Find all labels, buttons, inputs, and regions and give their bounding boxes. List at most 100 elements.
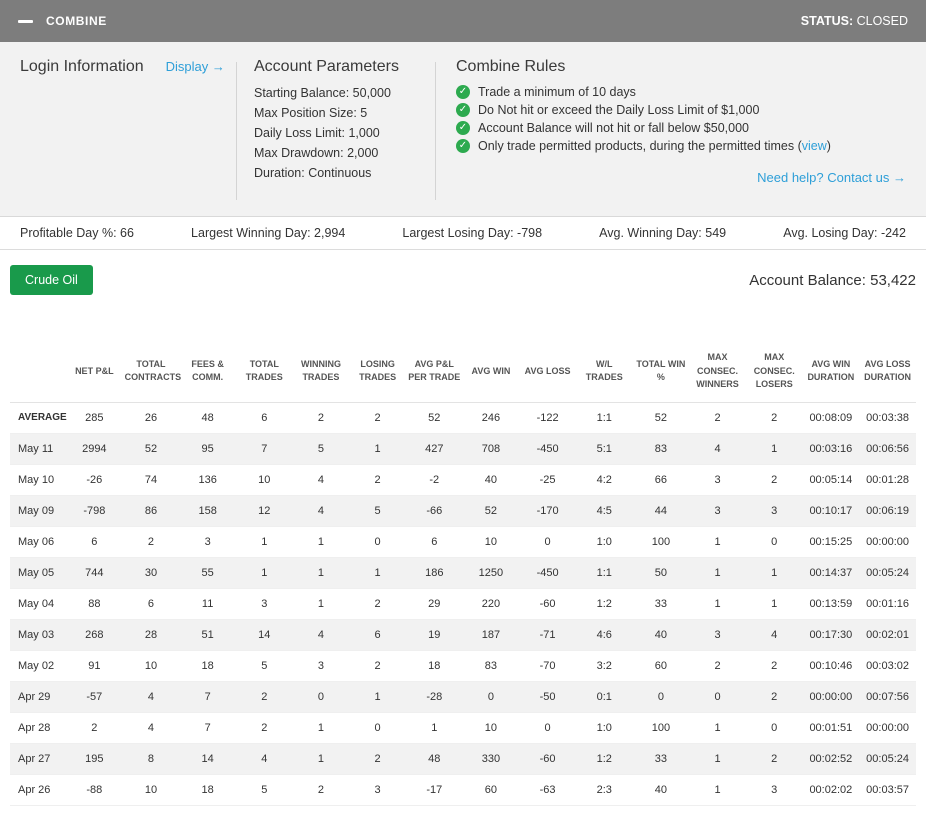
table-cell: 4 [689,433,746,465]
table-row: May 06 6 2 3 1 1 0 6 10 0 1:0 100 1 0 00:15:25 00:00:00 [10,526,916,558]
table-cell: 100 [632,712,690,744]
table-cell: 3:2 [575,650,633,682]
table-cell: 4:6 [575,619,633,651]
table-cell: 0 [519,526,576,558]
table-cell: 1 [292,588,350,620]
table-cell: 708 [462,433,520,465]
view-link[interactable]: view [802,139,827,153]
column-header: LOSING TRADES [349,341,406,403]
column-header: AVG WIN DURATION [802,341,860,403]
table-cell: 18 [179,774,236,806]
table-cell: 48 [179,402,236,434]
table-cell: 6 [349,619,406,651]
daily-stats-table: NET P&L TOTAL CONTRACTS FEES & COMM. TOTAL … [10,341,916,806]
table-cell: 00:01:28 [859,464,916,496]
table-cell: 0 [745,712,803,744]
display-link[interactable]: Display → [166,59,225,74]
row-label: Apr 28 [10,712,66,744]
table-cell: 1 [745,557,803,589]
table-cell: 5 [235,650,293,682]
account-parameters-title: Account Parameters [254,58,399,75]
table-cell: 4 [292,464,350,496]
row-label: May 02 [10,650,66,682]
combine-rules-title: Combine Rules [456,58,566,75]
table-cell: 00:13:59 [802,588,860,620]
table-cell: 2 [235,712,293,744]
table-header-row: NET P&L TOTAL CONTRACTS FEES & COMM. TOTAL … [10,341,916,403]
table-cell: 2 [745,464,803,496]
login-information-title: Login Information [20,58,144,75]
table-cell: 3 [292,650,350,682]
table-cell: 00:08:09 [802,402,860,434]
table-cell: 2:3 [575,774,633,806]
check-icon: ✓ [456,85,470,99]
column-header: MAX CONSEC. LOSERS [745,341,803,403]
table-cell: 7 [235,433,293,465]
row-label: May 03 [10,619,66,651]
table-cell: 50 [632,557,690,589]
table-cell: 2 [349,464,406,496]
column-header: NET P&L [66,341,123,403]
param-duration: Duration: Continuous [254,166,372,180]
param-starting-balance: Starting Balance: 50,000 [254,86,391,100]
table-cell: 10 [462,712,520,744]
table-row: May 10 -26 74 136 10 4 2 -2 40 -25 4:2 66 3 2 00:05:14… [10,464,916,496]
table-cell: -88 [66,774,123,806]
table-cell: 60 [632,650,690,682]
row-label: AVERAGE [10,402,67,434]
table-cell: 2 [745,743,803,775]
table-cell: 2 [349,588,406,620]
stat-avg-winning-day: Avg. Winning Day: 549 [599,226,727,240]
table-cell: 2 [66,712,123,744]
table-cell: 186 [405,557,463,589]
table-cell: -26 [66,464,123,496]
table-cell: 14 [179,743,236,775]
table-cell: 6 [122,588,180,620]
day-column-header [10,341,66,403]
rule-item: ✓ Account Balance will not hit or fall be… [456,121,906,135]
table-cell: 2 [689,650,746,682]
row-label: Apr 26 [10,774,66,806]
table-cell: 1 [235,526,293,558]
row-label: May 09 [10,495,66,527]
table-row: Apr 28 2 4 7 2 1 0 1 10 0 1:0 100 1 0 00:01:51 00:00:00 [10,712,916,744]
table-cell: 52 [632,402,690,434]
table-row: May 02 91 10 18 5 3 2 18 83 -70 3:2 60 2 2 00:10:46 00:… [10,650,916,682]
table-row: Apr 26 -88 10 18 5 2 3 -17 60 -63 2:3 40 1 3 00:02:02 0… [10,774,916,806]
table-cell: 3 [689,464,746,496]
table-row: May 04 88 6 11 3 1 2 29 220 -60 1:2 33 1 1 00:13:59 00:… [10,588,916,620]
table-row: May 05 744 30 55 1 1 1 186 1250 -450 1:1 50 1 1 00:14:… [10,557,916,589]
table-cell: 00:07:56 [859,681,916,713]
table-cell: 00:02:52 [802,743,860,775]
info-panel: Login Information Display → Account Para… [0,42,926,217]
table-cell: 427 [405,433,463,465]
table-cell: 0:1 [575,681,633,713]
table-cell: 7 [179,712,236,744]
table-cell: 10 [122,774,180,806]
table-cell: 1 [292,712,350,744]
table-cell: 44 [632,495,690,527]
table-cell: 88 [66,588,123,620]
table-cell: 2 [689,402,746,434]
contact-us-link[interactable]: Need help? Contact us → [757,170,906,185]
table-cell: 00:01:16 [859,588,916,620]
table-cell: 52 [462,495,520,527]
table-cell: -122 [519,402,576,434]
product-button-crude-oil[interactable]: Crude Oil [10,265,93,295]
table-cell: 14 [235,619,293,651]
table-cell: 2 [349,743,406,775]
table-cell: 19 [405,619,463,651]
table-cell: 00:17:30 [802,619,860,651]
table-cell: 4 [122,712,180,744]
table-cell: 10 [235,464,293,496]
table-cell: 0 [292,681,350,713]
table-cell: 00:02:01 [859,619,916,651]
table-cell: 40 [632,619,690,651]
row-label: Apr 29 [10,681,66,713]
status-badge: STATUS: CLOSED [801,14,908,28]
column-header: MAX CONSEC. WINNERS [689,341,746,403]
collapse-icon[interactable] [18,19,33,23]
table-cell: -66 [405,495,463,527]
table-cell: -50 [519,681,576,713]
table-cell: -25 [519,464,576,496]
